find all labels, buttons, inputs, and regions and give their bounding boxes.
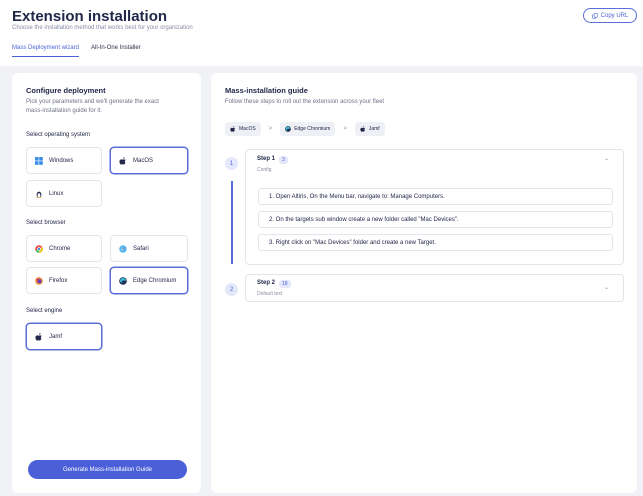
step-title[interactable]: Step 1 bbox=[257, 156, 275, 162]
windows-icon bbox=[35, 156, 43, 165]
step-subtitle: Default text bbox=[257, 291, 283, 297]
copy-icon bbox=[591, 12, 598, 19]
breadcrumb-item-jamf[interactable]: Jamf bbox=[354, 122, 385, 136]
breadcrumb-label: MacOS bbox=[239, 126, 256, 132]
generate-guide-button[interactable]: Generate Mass-installation Guide bbox=[28, 460, 187, 479]
browser-option-chrome[interactable]: Chrome bbox=[26, 235, 102, 262]
step-number-badge: 2 bbox=[225, 283, 238, 296]
breadcrumb: MacOS > Edge Chromium > Jamf bbox=[225, 122, 385, 136]
guide-title: Mass-installation guide bbox=[225, 86, 308, 95]
safari-icon bbox=[119, 244, 127, 253]
browser-option-label: Edge Chromium bbox=[133, 277, 177, 284]
breadcrumb-separator: > bbox=[343, 126, 347, 132]
chrome-icon bbox=[35, 244, 43, 253]
configure-desc-line1: Pick your parameters and we'll generate … bbox=[26, 99, 159, 105]
apple-icon bbox=[35, 332, 43, 341]
step-instruction-item: 3. Right click on "Mac Devices" folder a… bbox=[258, 234, 613, 251]
os-option-label: Linux bbox=[49, 190, 64, 197]
engine-option-jamf[interactable]: Jamf bbox=[26, 323, 102, 350]
configure-deployment-panel: Configure deployment Pick your parameter… bbox=[12, 73, 201, 493]
chevron-down-icon[interactable]: ⌄ bbox=[604, 284, 609, 291]
breadcrumb-separator: > bbox=[268, 126, 273, 132]
browser-option-firefox[interactable]: Firefox bbox=[26, 267, 102, 294]
firefox-icon bbox=[35, 276, 43, 285]
browser-option-label: Safari bbox=[133, 245, 149, 252]
breadcrumb-item-macos[interactable]: MacOS bbox=[225, 122, 261, 136]
tab-all-in-one-installer[interactable]: All-In-One Installer bbox=[91, 45, 141, 57]
os-option-macos[interactable]: MacOS bbox=[110, 147, 188, 174]
page-header: Extension installation Choose the instal… bbox=[0, 0, 643, 66]
engine-option-label: Jamf bbox=[49, 333, 63, 340]
copy-url-button[interactable]: Copy URL bbox=[583, 8, 637, 23]
edge-icon bbox=[285, 126, 292, 132]
tab-bar: Mass Deployment wizard All-In-One Instal… bbox=[12, 45, 141, 57]
apple-icon bbox=[119, 156, 127, 165]
tab-mass-deployment-wizard[interactable]: Mass Deployment wizard bbox=[12, 45, 80, 57]
apple-icon bbox=[230, 126, 236, 132]
os-option-label: MacOS bbox=[133, 157, 154, 164]
chevron-up-icon[interactable]: ⌃ bbox=[604, 158, 609, 165]
step-count-badge: 18 bbox=[279, 280, 291, 288]
page-subtitle: Choose the installation method that work… bbox=[12, 25, 193, 31]
browser-option-label: Firefox bbox=[49, 277, 68, 284]
configure-description: Pick your parameters and we'll generate … bbox=[26, 98, 159, 115]
guide-description: Follow these steps to roll out the exten… bbox=[225, 99, 385, 105]
step-instruction-item: 2. On the targets sub window create a ne… bbox=[258, 211, 613, 228]
breadcrumb-label: Jamf bbox=[368, 126, 380, 132]
breadcrumb-item-edge-chromium[interactable]: Edge Chromium bbox=[280, 122, 336, 136]
configure-desc-line2: mass-installation guide for it. bbox=[26, 107, 103, 114]
browser-option-label: Chrome bbox=[49, 245, 71, 252]
os-option-label: Windows bbox=[49, 157, 74, 164]
os-option-linux[interactable]: Linux bbox=[26, 180, 102, 207]
step-instruction-item: 1. Open Altiris, On the Menu bar, naviga… bbox=[258, 188, 613, 205]
step-title[interactable]: Step 2 bbox=[257, 280, 275, 286]
engine-section-label: Select engine bbox=[26, 308, 63, 314]
browser-option-edge-chromium[interactable]: Edge Chromium bbox=[110, 267, 188, 294]
step-number-badge: 1 bbox=[225, 157, 238, 170]
step-count-badge: 3 bbox=[279, 156, 288, 164]
step-progress-line bbox=[231, 181, 233, 264]
browser-option-safari[interactable]: Safari bbox=[110, 235, 188, 262]
browser-section-label: Select browser bbox=[26, 220, 66, 226]
os-option-windows[interactable]: Windows bbox=[26, 147, 102, 174]
linux-icon bbox=[35, 190, 43, 198]
edge-icon bbox=[119, 276, 127, 285]
step-card-2[interactable] bbox=[245, 274, 624, 302]
os-section-label: Select operating system bbox=[26, 132, 91, 138]
configure-title: Configure deployment bbox=[26, 86, 106, 95]
apple-icon bbox=[360, 126, 365, 132]
step-subtitle: Config bbox=[257, 167, 272, 173]
breadcrumb-label: Edge Chromium bbox=[294, 126, 331, 132]
page-title: Extension installation bbox=[12, 8, 168, 25]
copy-url-label: Copy URL bbox=[600, 12, 629, 19]
